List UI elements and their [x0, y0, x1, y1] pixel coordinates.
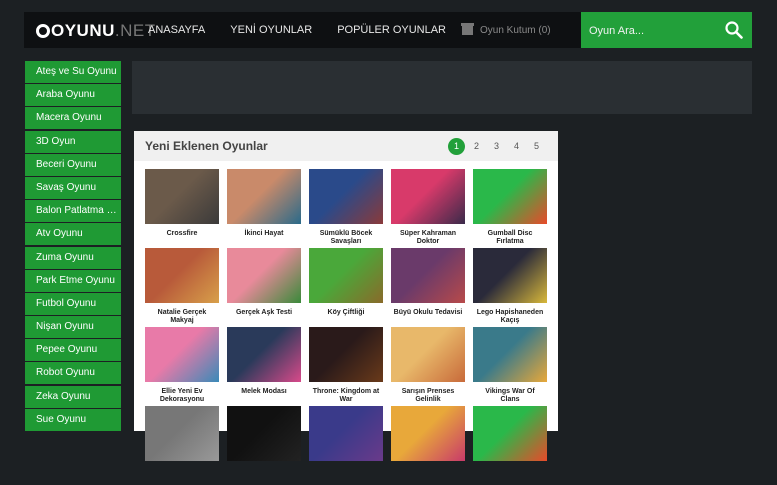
- sidebar-category-item[interactable]: Zeka Oyunu: [25, 385, 121, 408]
- game-card[interactable]: Melek Modası: [227, 327, 301, 406]
- nav-home[interactable]: ANASAYFA: [148, 24, 205, 36]
- game-title[interactable]: İkinci Hayat: [227, 230, 301, 238]
- game-card[interactable]: [145, 406, 219, 485]
- site-logo[interactable]: OYUNU .NET: [36, 20, 156, 42]
- game-title[interactable]: Vikings War Of Clans: [473, 388, 547, 404]
- game-thumbnail[interactable]: [145, 327, 219, 382]
- game-thumbnail[interactable]: [473, 169, 547, 224]
- ad-banner: [132, 61, 752, 114]
- game-title[interactable]: Ellie Yeni Ev Dekorasyonu: [145, 388, 219, 404]
- game-thumbnail[interactable]: [473, 406, 547, 461]
- game-card[interactable]: Süper Kahraman Doktor: [391, 169, 465, 248]
- game-card[interactable]: Sarışın Prenses Gelinlik: [391, 327, 465, 406]
- game-title[interactable]: Sarışın Prenses Gelinlik: [391, 388, 465, 404]
- game-thumbnail[interactable]: [145, 406, 219, 461]
- game-grid: Crossfire İkinci Hayat Sümüklü Böcek Savaş…: [145, 169, 547, 485]
- sidebar-category-item[interactable]: Sue Oyunu: [25, 408, 121, 431]
- sidebar-category-item[interactable]: Nişan Oyunu: [25, 316, 121, 339]
- game-card[interactable]: Crossfire: [145, 169, 219, 248]
- game-card[interactable]: Gumball Disc Fırlatma: [473, 169, 547, 248]
- game-thumbnail[interactable]: [309, 406, 383, 461]
- game-card[interactable]: Büyü Okulu Tedavisi: [391, 248, 465, 327]
- sidebar-category-item[interactable]: Atv Oyunu: [25, 223, 121, 246]
- game-title[interactable]: Natalie Gerçek Makyaj: [145, 309, 219, 325]
- search-input[interactable]: [587, 18, 721, 44]
- game-title[interactable]: Sümüklü Böcek Savaşları: [309, 230, 383, 246]
- search-icon[interactable]: [725, 21, 743, 39]
- sidebar-category-item[interactable]: Robot Oyunu: [25, 362, 121, 385]
- game-title[interactable]: Gumball Disc Fırlatma: [473, 230, 547, 246]
- game-card[interactable]: İkinci Hayat: [227, 169, 301, 248]
- sidebar-category-item[interactable]: Balon Patlatma Oyunu: [25, 200, 121, 223]
- sidebar-category-item[interactable]: Araba Oyunu: [25, 84, 121, 107]
- game-thumbnail[interactable]: [227, 406, 301, 461]
- pagination: 12345: [448, 138, 548, 155]
- game-card[interactable]: Sümüklü Böcek Savaşları: [309, 169, 383, 248]
- sidebar-category-item[interactable]: Beceri Oyunu: [25, 153, 121, 176]
- logo-text: OYUNU: [51, 21, 115, 40]
- category-sidebar: Ateş ve Su Oyunu Araba Oyunu Macera Oyunu 3…: [25, 61, 121, 432]
- game-thumbnail[interactable]: [391, 169, 465, 224]
- panel-header: Yeni Eklenen Oyunlar 12345: [134, 131, 558, 161]
- game-thumbnail[interactable]: [227, 169, 301, 224]
- box-icon: [461, 22, 474, 35]
- sidebar-category-item[interactable]: Zuma Oyunu: [25, 246, 121, 269]
- game-title[interactable]: Crossfire: [145, 230, 219, 238]
- game-card[interactable]: [391, 406, 465, 485]
- page-4-button[interactable]: 4: [508, 138, 525, 155]
- game-thumbnail[interactable]: [145, 248, 219, 303]
- game-thumbnail[interactable]: [473, 248, 547, 303]
- game-card[interactable]: Ellie Yeni Ev Dekorasyonu: [145, 327, 219, 406]
- game-title[interactable]: Gerçek Aşk Testi: [227, 309, 301, 317]
- logo-circle-icon: [36, 24, 50, 38]
- game-card[interactable]: [227, 406, 301, 485]
- sidebar-category-item[interactable]: Savaş Oyunu: [25, 176, 121, 199]
- game-thumbnail[interactable]: [227, 327, 301, 382]
- game-card[interactable]: Lego Hapishaneden Kaçış: [473, 248, 547, 327]
- sidebar-category-item[interactable]: 3D Oyun: [25, 130, 121, 153]
- game-thumbnail[interactable]: [145, 169, 219, 224]
- game-card[interactable]: Throne: Kingdom at War: [309, 327, 383, 406]
- game-title[interactable]: Throne: Kingdom at War: [309, 388, 383, 404]
- game-box-link[interactable]: Oyun Kutum (0): [461, 12, 551, 48]
- main-nav: ANASAYFA YENİ OYUNLAR POPÜLER OYUNLAR: [148, 12, 471, 48]
- game-thumbnail[interactable]: [309, 327, 383, 382]
- game-title[interactable]: Melek Modası: [227, 388, 301, 396]
- game-card[interactable]: Gerçek Aşk Testi: [227, 248, 301, 327]
- game-thumbnail[interactable]: [391, 248, 465, 303]
- game-title[interactable]: Köy Çiftliği: [309, 309, 383, 317]
- page-1-button[interactable]: 1: [448, 138, 465, 155]
- sidebar-category-item[interactable]: Macera Oyunu: [25, 107, 121, 130]
- sidebar-category-item[interactable]: Futbol Oyunu: [25, 292, 121, 315]
- game-title[interactable]: Büyü Okulu Tedavisi: [391, 309, 465, 317]
- game-card[interactable]: Natalie Gerçek Makyaj: [145, 248, 219, 327]
- game-thumbnail[interactable]: [391, 327, 465, 382]
- game-thumbnail[interactable]: [227, 248, 301, 303]
- game-card[interactable]: Vikings War Of Clans: [473, 327, 547, 406]
- new-games-panel: Yeni Eklenen Oyunlar 12345 Crossfire İkin…: [134, 131, 558, 461]
- sidebar-category-item[interactable]: Ateş ve Su Oyunu: [25, 61, 121, 83]
- search-bar: [581, 12, 752, 48]
- nav-popular-games[interactable]: POPÜLER OYUNLAR: [337, 24, 446, 36]
- game-box-label: Oyun Kutum (0): [480, 24, 551, 36]
- sidebar-category-item[interactable]: Pepee Oyunu: [25, 339, 121, 362]
- game-thumbnail[interactable]: [309, 248, 383, 303]
- page-2-button[interactable]: 2: [468, 138, 485, 155]
- site-header: OYUNU .NET ANASAYFA YENİ OYUNLAR POPÜLER…: [24, 12, 752, 48]
- game-card[interactable]: [309, 406, 383, 485]
- game-title[interactable]: Süper Kahraman Doktor: [391, 230, 465, 246]
- game-thumbnail[interactable]: [473, 327, 547, 382]
- panel-title: Yeni Eklenen Oyunlar: [145, 139, 268, 153]
- page-3-button[interactable]: 3: [488, 138, 505, 155]
- sidebar-category-item[interactable]: Park Etme Oyunu: [25, 269, 121, 292]
- game-thumbnail[interactable]: [391, 406, 465, 461]
- page-5-button[interactable]: 5: [528, 138, 545, 155]
- game-card[interactable]: Köy Çiftliği: [309, 248, 383, 327]
- game-title[interactable]: Lego Hapishaneden Kaçış: [473, 309, 547, 325]
- nav-new-games[interactable]: YENİ OYUNLAR: [230, 24, 312, 36]
- game-card[interactable]: [473, 406, 547, 485]
- game-thumbnail[interactable]: [309, 169, 383, 224]
